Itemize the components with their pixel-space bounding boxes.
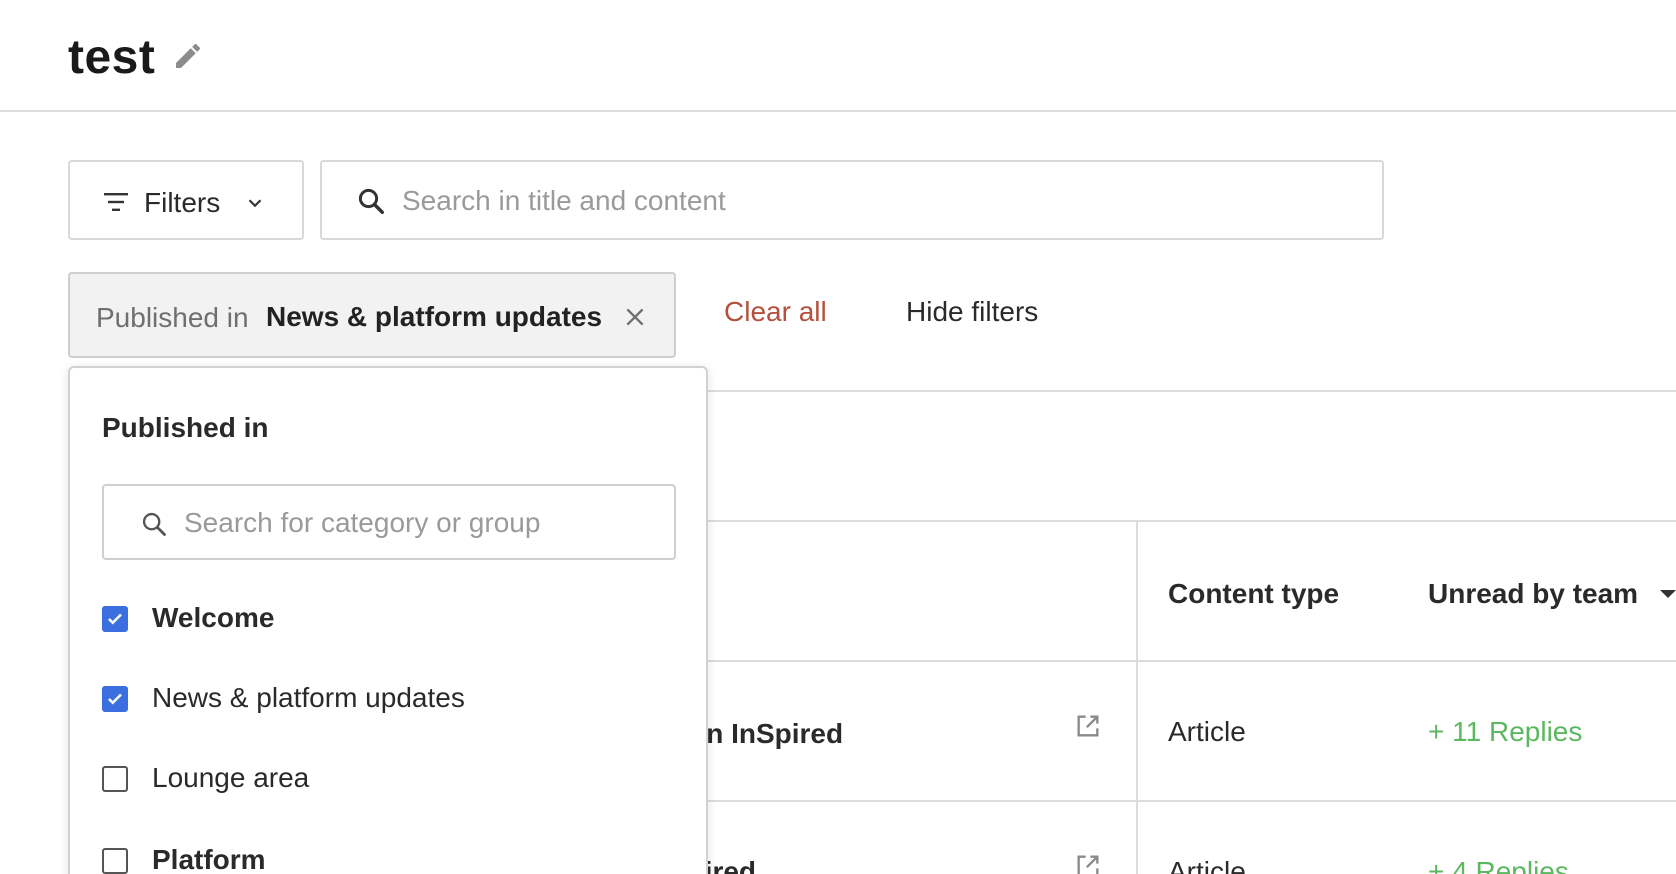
filters-button[interactable]: Filters — [68, 160, 304, 240]
chevron-down-icon — [248, 199, 262, 208]
content-search-input[interactable] — [402, 176, 1362, 226]
chip-prefix: Published in — [96, 302, 249, 333]
table-cell-content-type: Article — [1168, 716, 1246, 747]
active-filter-chip[interactable]: Published in News & platform updates — [68, 272, 676, 358]
checkbox-unchecked[interactable] — [102, 848, 128, 874]
table-cell-replies[interactable]: + 4 Replies — [1428, 856, 1569, 874]
option-welcome[interactable]: Welcome — [102, 600, 662, 640]
published-in-dropdown: Published in Welcome News & platform upd… — [68, 366, 708, 874]
column-divider — [1136, 520, 1138, 874]
page: test Filters Published in News & platfor… — [0, 0, 1676, 874]
table-cell-replies[interactable]: + 11 Replies — [1428, 716, 1582, 748]
table-cell-content-type: Article — [1168, 856, 1246, 874]
row-divider — [700, 660, 1676, 662]
check-icon — [108, 613, 122, 625]
external-link-icon[interactable] — [1074, 712, 1102, 740]
option-label: Platform — [152, 844, 266, 874]
sort-down-icon[interactable] — [1660, 588, 1676, 600]
page-title: test — [68, 31, 156, 84]
dropdown-title: Published in — [102, 412, 269, 443]
external-link-icon[interactable] — [1074, 852, 1102, 874]
divider — [700, 390, 1676, 392]
hide-filters-link[interactable]: Hide filters — [906, 296, 1038, 328]
option-label: Welcome — [152, 602, 275, 633]
option-label: Lounge area — [152, 762, 310, 793]
content-search-box — [320, 160, 1384, 240]
option-platform[interactable]: Platform — [102, 842, 662, 874]
filter-lines-icon — [104, 193, 128, 211]
option-lounge-area[interactable]: Lounge area — [102, 760, 662, 800]
search-icon — [358, 188, 384, 214]
checkbox-unchecked[interactable] — [102, 766, 128, 792]
column-header-content-type[interactable]: Content type — [1168, 578, 1339, 610]
chip-value: News & platform updates — [266, 301, 603, 332]
option-news-platform-updates[interactable]: News & platform updates — [102, 680, 662, 720]
close-icon[interactable] — [622, 304, 648, 330]
checkbox-checked[interactable] — [102, 686, 128, 712]
column-header-unread-by-team[interactable]: Unread by team — [1428, 578, 1638, 610]
pencil-icon[interactable] — [172, 40, 204, 72]
search-icon — [142, 512, 166, 536]
category-search-input[interactable] — [184, 500, 664, 546]
checkbox-checked[interactable] — [102, 606, 128, 632]
row-divider — [700, 800, 1676, 802]
option-label: News & platform updates — [152, 682, 465, 713]
category-search-box — [102, 484, 676, 560]
page-header: test — [0, 0, 1676, 112]
filters-label: Filters — [144, 187, 221, 218]
check-icon — [108, 693, 122, 705]
clear-all-link[interactable]: Clear all — [724, 296, 827, 328]
table-top-border — [700, 520, 1676, 522]
